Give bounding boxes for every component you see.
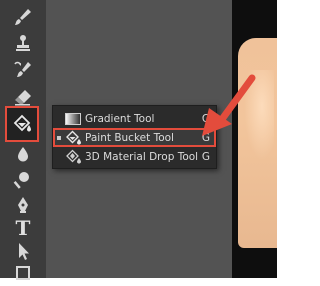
- menu-item-label: 3D Material Drop Tool: [85, 150, 199, 163]
- gradient-icon: [63, 111, 83, 127]
- dodge-tool[interactable]: [7, 167, 39, 193]
- tools-panel: T: [0, 0, 46, 280]
- annotation-arrow-icon: [202, 74, 256, 136]
- paint-bucket-icon: [63, 130, 83, 146]
- rectangle-icon: [16, 266, 30, 280]
- arrow-pointer-icon: [19, 243, 29, 260]
- brush-tool[interactable]: [7, 4, 39, 30]
- selected-marker: [57, 135, 61, 140]
- droplet-icon: [18, 147, 28, 162]
- history-brush-tool[interactable]: [7, 57, 39, 83]
- photoshop-window: T Gradient Tool G Paint Bucket Tool G 3D…: [0, 0, 277, 280]
- menu-item-3d-material-drop-tool[interactable]: 3D Material Drop Tool G: [53, 147, 216, 166]
- rectangle-tool[interactable]: [7, 260, 39, 286]
- menu-item-label: Paint Bucket Tool: [85, 131, 174, 144]
- history-brush-icon: [14, 61, 31, 77]
- clone-stamp-tool[interactable]: [7, 30, 39, 56]
- shortcut-key: G: [201, 150, 210, 163]
- type-icon: T: [15, 216, 31, 240]
- blur-tool[interactable]: [7, 141, 39, 167]
- paint-bucket-tool[interactable]: [5, 106, 39, 142]
- material-drop-icon: [63, 149, 83, 165]
- tool-flyout-menu: Gradient Tool G Paint Bucket Tool G 3D M…: [52, 105, 217, 169]
- menu-item-label: Gradient Tool: [85, 112, 155, 125]
- pen-icon: [18, 197, 28, 213]
- dodge-icon: [13, 172, 29, 189]
- eraser-icon: [15, 90, 31, 106]
- stamp-icon: [16, 35, 30, 51]
- paint-bucket-icon: [13, 114, 31, 132]
- menu-item-paint-bucket-tool[interactable]: Paint Bucket Tool G: [53, 128, 216, 147]
- brush-icon: [15, 9, 31, 25]
- menu-item-gradient-tool[interactable]: Gradient Tool G: [53, 109, 216, 128]
